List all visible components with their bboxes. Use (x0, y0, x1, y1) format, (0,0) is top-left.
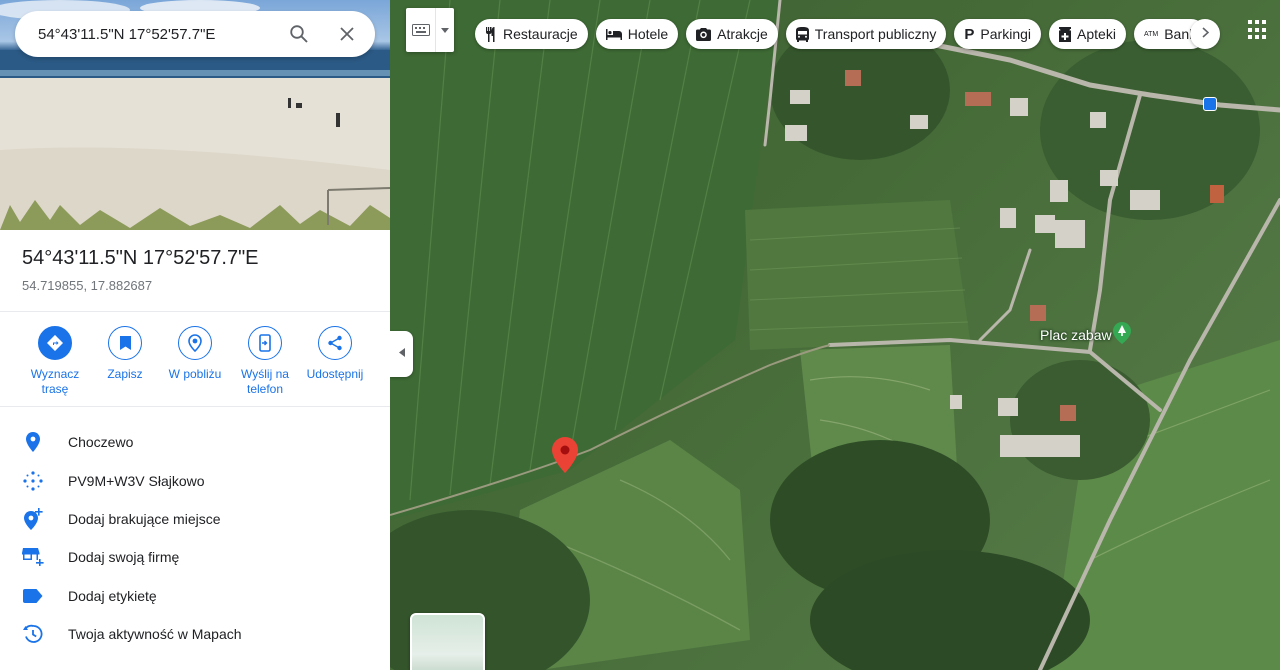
chip-label: Hotele (627, 26, 669, 42)
search-icon[interactable] (275, 11, 323, 57)
info-row-locality[interactable]: Choczewo (0, 423, 390, 461)
info-row-add-business[interactable]: Dodaj swoją firmę (0, 538, 390, 576)
chip-transit[interactable]: Transport publiczny (785, 19, 947, 49)
info-row-text: Dodaj brakujące miejsce (68, 510, 221, 527)
action-label: W pobliżu (168, 367, 222, 381)
history-icon (0, 624, 68, 644)
chip-label: Restauracje (503, 26, 578, 42)
chevron-left-icon (398, 348, 405, 360)
apps-grid-icon[interactable] (1248, 20, 1268, 40)
divider (0, 406, 390, 407)
send-to-phone-button[interactable]: Wyślij na telefon (230, 326, 300, 397)
place-decimal-coordinates: 54.719855, 17.882687 (22, 278, 153, 293)
search-input[interactable] (15, 25, 275, 43)
search-box (15, 11, 375, 57)
label-icon (0, 588, 68, 603)
action-label: Wyślij na telefon (241, 367, 289, 396)
poi-label-playground[interactable]: Plac zabaw (1040, 327, 1112, 343)
divider (0, 311, 390, 312)
hotel-icon (605, 28, 622, 40)
chip-restaurants[interactable]: Restauracje (475, 19, 588, 49)
location-pin-icon (0, 432, 68, 453)
camera-icon (696, 27, 712, 41)
chip-pharmacies[interactable]: Apteki (1049, 19, 1126, 49)
parking-icon: P (964, 25, 975, 43)
bus-icon (795, 26, 809, 42)
info-row-text: Twoja aktywność w Mapach (68, 626, 242, 643)
restaurant-icon (485, 26, 497, 42)
bookmark-icon (108, 326, 142, 360)
chip-parking[interactable]: P Parkingi (954, 19, 1042, 49)
nearby-icon (178, 326, 212, 360)
info-row-activity[interactable]: Twoja aktywność w Mapach (0, 615, 390, 653)
category-chips: Restauracje Hotele Atrakcje Transport pu… (475, 19, 1221, 49)
action-label: Zapisz (107, 367, 143, 381)
chip-attractions[interactable]: Atrakcje (686, 19, 778, 49)
chip-label: Transport publiczny (814, 26, 937, 42)
park-icon[interactable] (1113, 322, 1131, 344)
chips-next-button[interactable] (1190, 19, 1221, 49)
directions-icon (38, 326, 72, 360)
info-row-plus-code[interactable]: PV9M+W3V Słajkowo (0, 461, 390, 499)
chevron-right-icon (1202, 25, 1209, 43)
chip-label: Parkingi (980, 26, 1032, 42)
share-button[interactable]: Udostępnij (300, 326, 370, 397)
info-row-text: Dodaj etykietę (68, 587, 157, 604)
info-row-text: PV9M+W3V Słajkowo (68, 472, 205, 489)
place-info-list: Choczewo PV9M+W3V Słajkowo Dodaj brakują… (0, 423, 390, 653)
chevron-down-icon[interactable] (436, 8, 454, 52)
add-place-icon (0, 507, 68, 530)
atm-icon: ATM (1143, 30, 1159, 38)
map-layer-toggle[interactable] (406, 8, 454, 52)
save-button[interactable]: Zapisz (90, 326, 160, 397)
nearby-button[interactable]: W pobliżu (160, 326, 230, 397)
info-row-text: Choczewo (68, 434, 134, 451)
directions-button[interactable]: Wyznacz trasę (20, 326, 90, 397)
poi-label-text: Plac zabaw (1040, 327, 1112, 343)
bus-stop-icon[interactable] (1203, 97, 1217, 111)
layers-thumbnail[interactable] (410, 613, 485, 670)
satellite-imagery (390, 0, 1280, 670)
add-business-icon (0, 548, 68, 567)
chip-label: Atrakcje (717, 26, 768, 42)
info-row-add-place[interactable]: Dodaj brakujące miejsce (0, 500, 390, 538)
action-label: Wyznacz trasę (30, 367, 80, 396)
place-photo[interactable] (0, 0, 390, 230)
action-buttons: Wyznacz trasę Zapisz W pobliżu Wyślij na… (20, 326, 370, 397)
info-row-add-label[interactable]: Dodaj etykietę (0, 577, 390, 615)
plus-code-icon (0, 470, 68, 491)
send-to-phone-icon (248, 326, 282, 360)
keyboard-icon[interactable] (406, 8, 436, 52)
location-marker-icon[interactable] (552, 437, 578, 478)
collapse-panel-button[interactable] (390, 331, 413, 377)
chip-hotels[interactable]: Hotele (595, 19, 679, 49)
place-side-panel: 54°43'11.5"N 17°52'57.7"E 54.719855, 17.… (0, 0, 390, 670)
map-canvas[interactable]: Restauracje Hotele Atrakcje Transport pu… (390, 0, 1280, 670)
chip-label: Apteki (1077, 26, 1116, 42)
close-icon[interactable] (323, 11, 371, 57)
pharmacy-icon (1059, 26, 1072, 42)
share-icon (318, 326, 352, 360)
place-title: 54°43'11.5"N 17°52'57.7"E (22, 247, 259, 269)
action-label: Udostępnij (306, 367, 364, 381)
info-row-text: Dodaj swoją firmę (68, 549, 180, 566)
